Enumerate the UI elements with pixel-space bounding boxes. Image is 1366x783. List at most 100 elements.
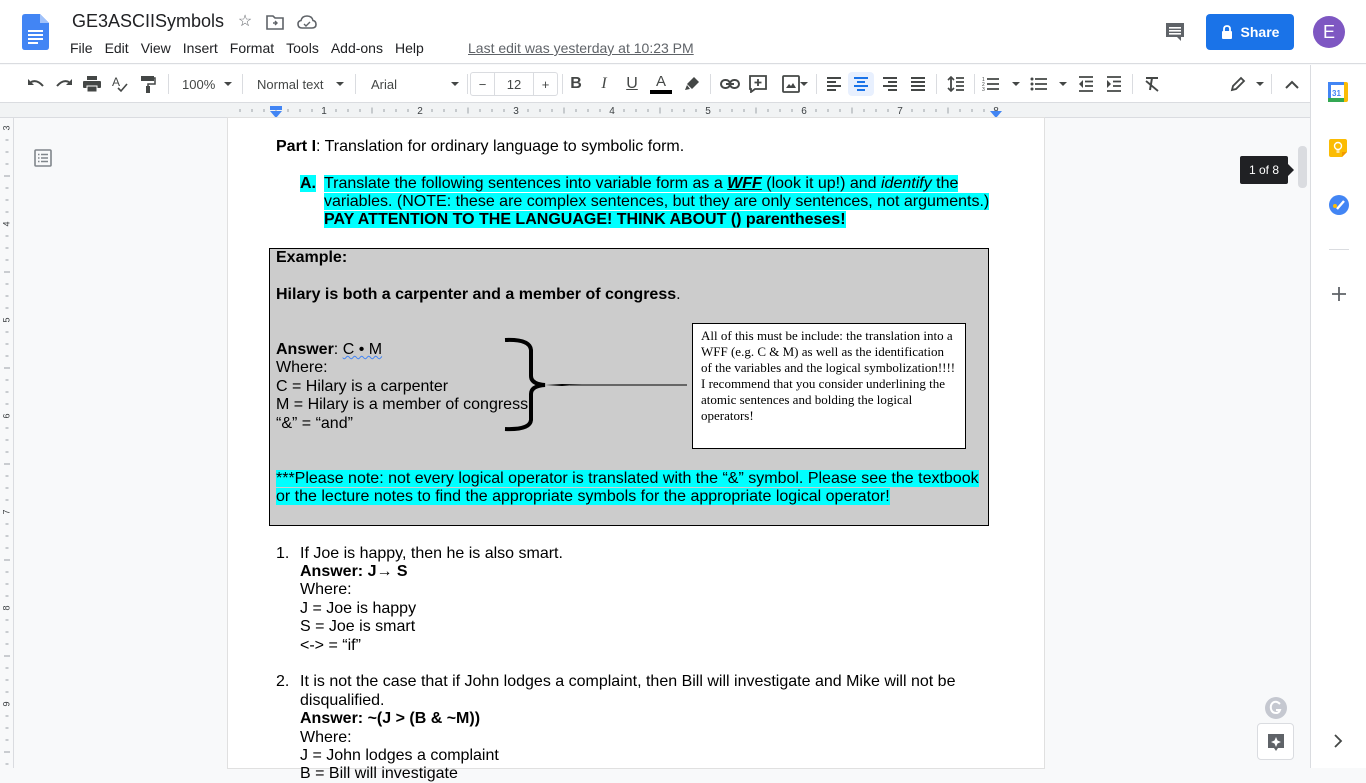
vertical-ruler-label: 7: [1, 509, 11, 514]
italic-button[interactable]: I: [593, 72, 615, 96]
highlight-color-button[interactable]: [680, 72, 704, 96]
section-a-marker-text: A.: [300, 175, 316, 192]
item-1-var: S = Joe is smart: [300, 618, 416, 635]
bulleted-list-caret-icon: [1059, 82, 1067, 86]
text-color-swatch: [650, 90, 672, 94]
bold-button[interactable]: B: [565, 72, 587, 96]
hide-menus-button[interactable]: [1280, 72, 1304, 96]
increase-font-size-button[interactable]: +: [533, 72, 558, 96]
spellcheck-button[interactable]: A: [108, 72, 132, 96]
menu-help[interactable]: Help: [389, 38, 430, 58]
section-a-text: (look it up!) and: [761, 175, 881, 192]
ruler-label: 7: [897, 106, 903, 117]
zoom-select[interactable]: 100%: [176, 72, 238, 96]
align-left-button[interactable]: [822, 72, 846, 96]
toolbar-divider: [242, 74, 243, 94]
redo-button[interactable]: [52, 72, 76, 96]
vertical-ruler-ticks: 3 4 5 6 7 8 9: [1, 125, 11, 765]
show-side-panel-icon[interactable]: [1333, 734, 1343, 748]
toolbar-divider: [168, 74, 169, 94]
insert-link-button[interactable]: [718, 72, 742, 96]
account-avatar[interactable]: E: [1313, 16, 1345, 48]
comments-icon[interactable]: [1163, 20, 1187, 44]
calendar-icon[interactable]: 31: [1328, 82, 1348, 102]
numbered-list-caret-icon: [1012, 82, 1020, 86]
menu-insert[interactable]: Insert: [177, 38, 224, 58]
undo-button[interactable]: [24, 72, 48, 96]
font-select[interactable]: Arial: [363, 72, 463, 96]
menu-tools[interactable]: Tools: [280, 38, 325, 58]
align-center-icon: [854, 77, 868, 91]
docs-logo-icon[interactable]: [22, 14, 49, 50]
part-heading-label: Part I: [276, 138, 317, 155]
print-icon: [83, 76, 101, 92]
star-icon[interactable]: ☆: [235, 12, 255, 32]
example-var: C = Hilary is a carpenter: [276, 378, 449, 395]
answer-label: Answer: [276, 341, 334, 358]
menu-addons[interactable]: Add-ons: [325, 38, 389, 58]
toolbar-divider: [1271, 74, 1272, 94]
menu-view[interactable]: View: [135, 38, 177, 58]
menu-file[interactable]: File: [64, 38, 99, 58]
ruler-label: 6: [801, 106, 807, 117]
paint-format-button[interactable]: [136, 72, 160, 96]
page-indicator: 1 of 8: [1240, 156, 1294, 184]
document-outline-icon[interactable]: [34, 149, 52, 167]
last-edit-link[interactable]: Last edit was yesterday at 10:23 PM: [468, 40, 694, 56]
underline-button[interactable]: U: [621, 72, 643, 96]
insert-comment-button[interactable]: [746, 72, 770, 96]
section-a-line-2: variables. (NOTE: these are complex sent…: [324, 193, 990, 211]
align-right-button[interactable]: [878, 72, 902, 96]
first-line-indent-marker: [270, 106, 282, 110]
example-var: M = Hilary is a member of congress: [276, 396, 529, 413]
style-select[interactable]: Normal text: [250, 72, 350, 96]
numbered-list-button[interactable]: 123: [982, 72, 1022, 96]
bulleted-list-button[interactable]: [1030, 72, 1070, 96]
vertical-ruler-label: 9: [1, 701, 11, 706]
menu-format[interactable]: Format: [224, 38, 280, 58]
add-addon-icon[interactable]: [1332, 287, 1346, 301]
line-spacing-button[interactable]: [944, 72, 968, 96]
text-color-button[interactable]: A: [649, 72, 673, 96]
document-title[interactable]: GE3ASCIISymbols: [72, 11, 224, 32]
share-button[interactable]: Share: [1206, 14, 1294, 50]
example-sentence: Hilary is both a carpenter and a member …: [276, 286, 681, 304]
decrease-indent-button[interactable]: [1074, 72, 1098, 96]
align-center-button[interactable]: [848, 72, 874, 96]
section-a-line-3-text: PAY ATTENTION TO THE LANGUAGE! THINK ABO…: [324, 211, 846, 228]
toolbar: A 100% Normal text Arial − 12 + B I U A: [0, 65, 1310, 103]
clear-formatting-icon: [1145, 77, 1159, 92]
insert-image-button[interactable]: [774, 72, 808, 96]
editing-mode-button[interactable]: [1230, 72, 1266, 96]
bold-icon: B: [570, 75, 582, 92]
item-1-number: 1.: [276, 545, 290, 562]
menu-edit[interactable]: Edit: [99, 38, 135, 58]
horizontal-ruler[interactable]: 12345678: [0, 103, 1310, 118]
example-sentence-period: .: [676, 286, 681, 303]
editing-mode-caret-icon: [1256, 82, 1264, 86]
vertical-ruler-label: 4: [1, 221, 11, 226]
move-folder-icon[interactable]: [266, 14, 284, 30]
text-color-icon: A: [655, 73, 666, 90]
keep-icon[interactable]: [1329, 139, 1347, 157]
decrease-font-size-button[interactable]: −: [470, 72, 495, 96]
zoom-value: 100%: [182, 76, 216, 92]
toolbar-divider: [355, 74, 356, 94]
tasks-icon[interactable]: [1329, 195, 1349, 215]
font-caret-icon: [451, 82, 459, 86]
scrollbar-thumb[interactable]: [1298, 146, 1307, 188]
explore-button[interactable]: [1257, 723, 1294, 760]
increase-indent-button[interactable]: [1102, 72, 1126, 96]
grammarly-icon[interactable]: [1264, 696, 1288, 720]
wff-term: WFF: [727, 175, 762, 192]
decrease-indent-icon: [1079, 76, 1093, 92]
print-button[interactable]: [80, 72, 104, 96]
cloud-saved-icon[interactable]: [297, 14, 317, 30]
justify-button[interactable]: [906, 72, 930, 96]
font-size-input[interactable]: 12: [494, 72, 534, 96]
vertical-ruler[interactable]: 3 4 5 6 7 8 9: [0, 118, 14, 768]
share-label: Share: [1240, 24, 1280, 40]
section-a-line-3: PAY ATTENTION TO THE LANGUAGE! THINK ABO…: [324, 211, 846, 229]
ruler-label: 1: [321, 106, 327, 117]
clear-formatting-button[interactable]: [1140, 72, 1164, 96]
